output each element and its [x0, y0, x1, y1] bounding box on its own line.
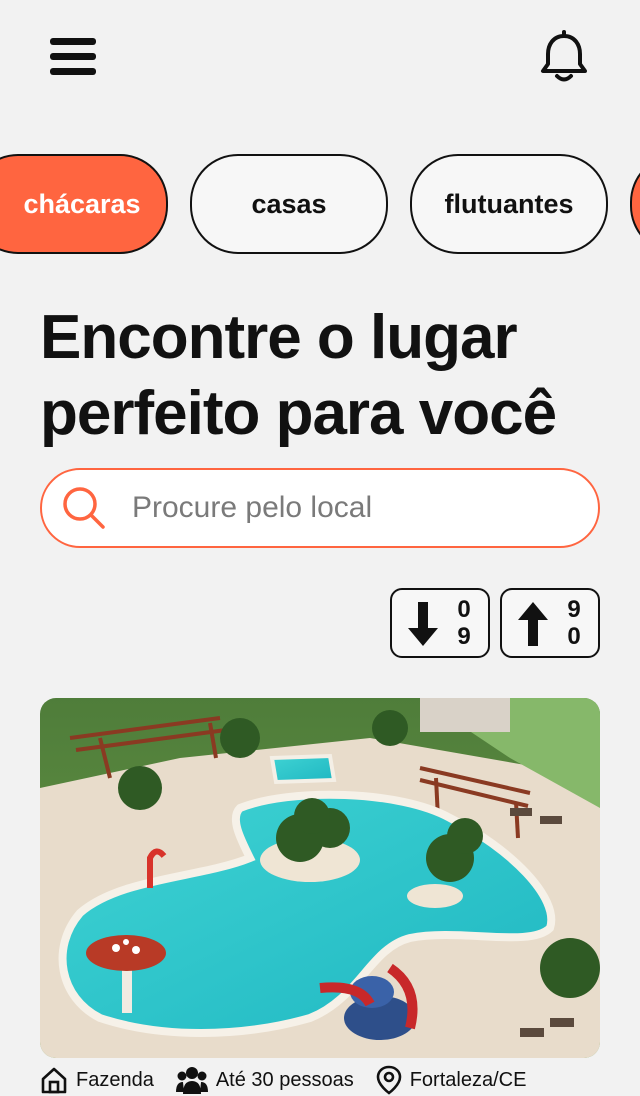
bell-icon: [541, 30, 587, 82]
menu-bar: [50, 53, 96, 60]
chip-label: chácaras: [23, 188, 141, 219]
sort-descending-button[interactable]: 9 0: [500, 588, 600, 658]
sort-digits: 0 9: [450, 596, 478, 650]
people-icon: [175, 1067, 208, 1094]
title-line: perfeito para você: [40, 379, 557, 448]
pool-photo: [40, 698, 600, 1058]
search-bar[interactable]: [40, 468, 600, 548]
page-title: Encontre o lugar perfeito para você: [40, 300, 620, 452]
digit-bottom: 0: [567, 623, 581, 650]
listing-type-label: Fazenda: [76, 1068, 154, 1091]
listing-capacity: Até 30 pessoas: [175, 1066, 354, 1094]
listing-image[interactable]: [40, 698, 600, 1058]
chip-flutuantes[interactable]: flutuantes: [410, 154, 608, 254]
sort-ascending-button[interactable]: 0 9: [390, 588, 490, 658]
menu-bar: [50, 38, 96, 45]
search-input[interactable]: [132, 491, 598, 525]
digit-bottom: 9: [457, 623, 471, 650]
category-chips: chácaras casas flutuantes: [0, 154, 640, 254]
arrow-up-icon: [518, 602, 548, 646]
app-screen: chácaras casas flutuantes Encontre o lug…: [0, 0, 640, 1096]
listing-location-label: Fortaleza/CE: [409, 1068, 527, 1091]
search-icon[interactable]: [60, 484, 108, 532]
digit-top: 0: [457, 596, 471, 623]
listing-capacity-label: Até 30 pessoas: [215, 1068, 354, 1091]
notification-button[interactable]: [538, 30, 590, 84]
listing-info: Fazenda Até 30 pessoas Fortaleza/CE: [40, 1064, 620, 1096]
title-line: Encontre o lugar: [40, 303, 518, 372]
chip-chacaras[interactable]: chácaras: [0, 154, 168, 254]
chip-label: casas: [251, 188, 327, 219]
arrow-down-icon: [408, 602, 438, 646]
home-icon: [41, 1067, 67, 1094]
hamburger-menu-icon[interactable]: [50, 38, 96, 78]
menu-bar: [50, 68, 96, 75]
listing-location: Fortaleza/CE: [376, 1065, 527, 1095]
map-pin-icon: [376, 1065, 402, 1095]
chip-label: flutuantes: [444, 188, 574, 219]
listing-type: Fazenda: [40, 1066, 154, 1094]
sort-digits: 9 0: [560, 596, 588, 650]
chip-partial[interactable]: [630, 154, 640, 254]
chip-casas[interactable]: casas: [190, 154, 388, 254]
digit-top: 9: [567, 596, 581, 623]
